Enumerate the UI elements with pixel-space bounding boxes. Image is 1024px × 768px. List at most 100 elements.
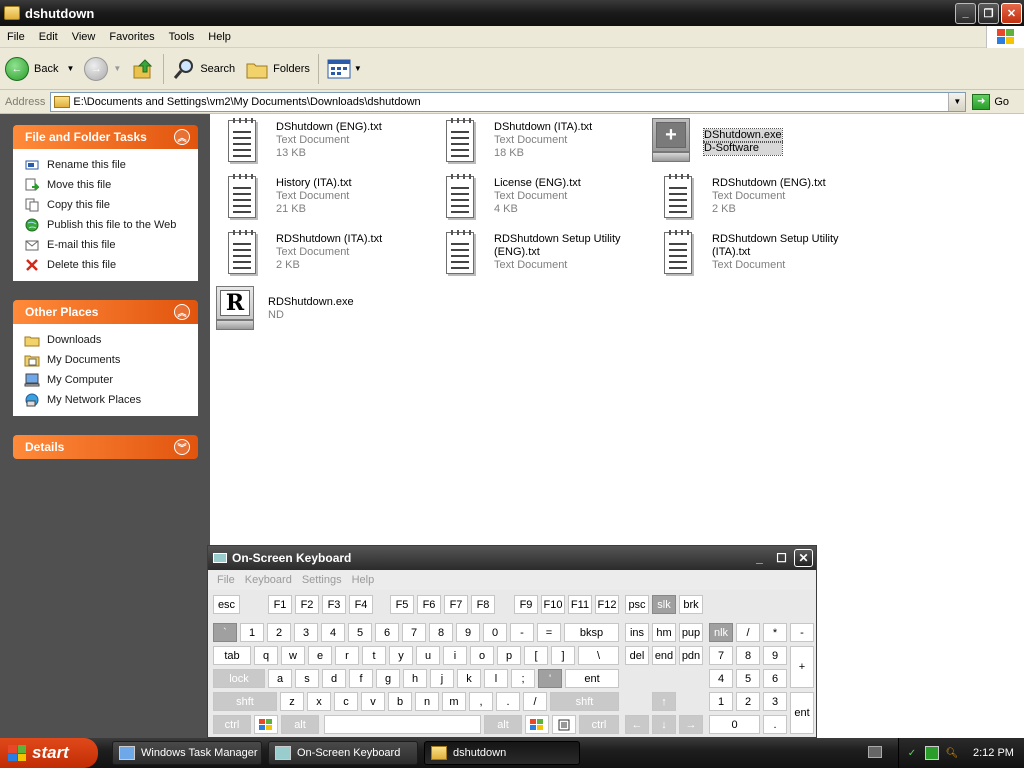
- key-f7[interactable]: F7: [444, 595, 468, 614]
- key-q[interactable]: q: [254, 646, 278, 665]
- key-equals[interactable]: =: [537, 623, 561, 642]
- key-t[interactable]: t: [362, 646, 386, 665]
- key-f3[interactable]: F3: [322, 595, 346, 614]
- file-item[interactable]: RDShutdown Setup Utility (ITA).txt Text D…: [658, 230, 868, 282]
- collapse-icon[interactable]: ︽: [174, 304, 190, 320]
- task-move[interactable]: Move this file: [24, 175, 198, 195]
- key-f12[interactable]: F12: [595, 595, 619, 614]
- key-j[interactable]: j: [430, 669, 454, 688]
- key-left-bracket[interactable]: [: [524, 646, 548, 665]
- magnifier-icon[interactable]: 🔍︎: [945, 746, 959, 760]
- back-button[interactable]: ← Back ▼: [0, 51, 79, 87]
- key-num-dot[interactable]: .: [763, 715, 787, 734]
- key-i[interactable]: i: [443, 646, 467, 665]
- forward-button[interactable]: → ▼: [79, 51, 126, 87]
- key-down-arrow[interactable]: ↓: [652, 715, 676, 734]
- key-num-plus[interactable]: +: [790, 646, 814, 688]
- keyboard-tray-icon[interactable]: [868, 746, 882, 758]
- menu-tools[interactable]: Tools: [162, 31, 202, 43]
- clock[interactable]: 2:12 PM: [973, 747, 1014, 759]
- key-slk[interactable]: slk: [652, 595, 676, 614]
- forward-dropdown-icon[interactable]: ▼: [113, 64, 121, 73]
- key-enter[interactable]: ent: [565, 669, 619, 688]
- address-input[interactable]: E:\Documents and Settings\vm2\My Documen…: [50, 91, 967, 112]
- osk-minimize-button[interactable]: _: [750, 549, 769, 567]
- key-e[interactable]: e: [308, 646, 332, 665]
- key-del[interactable]: del: [625, 646, 649, 665]
- key-esc[interactable]: esc: [213, 595, 240, 614]
- key-f6[interactable]: F6: [417, 595, 441, 614]
- task-publish[interactable]: Publish this file to the Web: [24, 215, 198, 235]
- key-right-bracket[interactable]: ]: [551, 646, 575, 665]
- key-num-9[interactable]: 9: [763, 646, 787, 665]
- key-9[interactable]: 9: [456, 623, 480, 642]
- key-m[interactable]: m: [442, 692, 466, 711]
- details-header[interactable]: Details ︾: [13, 435, 198, 459]
- task-rename[interactable]: Rename this file: [24, 155, 198, 175]
- key-8[interactable]: 8: [429, 623, 453, 642]
- menu-view[interactable]: View: [65, 31, 103, 43]
- key-f8[interactable]: F8: [471, 595, 495, 614]
- osk-menu-settings[interactable]: Settings: [297, 574, 347, 586]
- key-grave[interactable]: `: [213, 623, 237, 642]
- osk-menu-keyboard[interactable]: Keyboard: [240, 574, 297, 586]
- place-network[interactable]: My Network Places: [24, 390, 198, 410]
- network-icon[interactable]: ✓: [905, 746, 919, 760]
- file-item[interactable]: License (ENG).txt Text Document 4 KB: [440, 174, 650, 226]
- osk-menu-file[interactable]: File: [212, 574, 240, 586]
- key-f5[interactable]: F5: [390, 595, 414, 614]
- key-o[interactable]: o: [470, 646, 494, 665]
- osk-close-button[interactable]: ✕: [794, 549, 813, 567]
- file-item[interactable]: RDShutdown (ENG).txt Text Document 2 KB: [658, 174, 868, 226]
- key-brk[interactable]: brk: [679, 595, 703, 614]
- key-h[interactable]: h: [403, 669, 427, 688]
- key-s[interactable]: s: [295, 669, 319, 688]
- key-num-5[interactable]: 5: [736, 669, 760, 688]
- menu-file[interactable]: File: [0, 31, 32, 43]
- expand-icon[interactable]: ︾: [174, 439, 190, 455]
- key-u[interactable]: u: [416, 646, 440, 665]
- key-quote[interactable]: ': [538, 669, 562, 688]
- key-f11[interactable]: F11: [568, 595, 592, 614]
- key-psc[interactable]: psc: [625, 595, 649, 614]
- key-d[interactable]: d: [322, 669, 346, 688]
- key-g[interactable]: g: [376, 669, 400, 688]
- menu-edit[interactable]: Edit: [32, 31, 65, 43]
- go-button[interactable]: ➜ Go: [972, 93, 1009, 110]
- key-tab[interactable]: tab: [213, 646, 251, 665]
- key-pageup[interactable]: pup: [679, 623, 703, 642]
- key-6[interactable]: 6: [375, 623, 399, 642]
- address-dropdown-icon[interactable]: ▼: [948, 92, 966, 111]
- menu-help[interactable]: Help: [201, 31, 238, 43]
- key-left-ctrl[interactable]: ctrl: [213, 715, 251, 734]
- key-1[interactable]: 1: [240, 623, 264, 642]
- tray-app-icon[interactable]: [925, 746, 939, 760]
- key-capslock[interactable]: lock: [213, 669, 265, 688]
- file-item[interactable]: R RDShutdown.exe ND: [214, 286, 424, 338]
- key-z[interactable]: z: [280, 692, 304, 711]
- key-k[interactable]: k: [457, 669, 481, 688]
- key-r[interactable]: r: [335, 646, 359, 665]
- key-a[interactable]: a: [268, 669, 292, 688]
- key-0[interactable]: 0: [483, 623, 507, 642]
- key-c[interactable]: c: [334, 692, 358, 711]
- key-right-shift[interactable]: shft: [550, 692, 619, 711]
- key-right-alt[interactable]: alt: [484, 715, 522, 734]
- key-up-arrow[interactable]: ↑: [652, 692, 676, 711]
- minimize-button[interactable]: _: [955, 2, 976, 24]
- key-f2[interactable]: F2: [295, 595, 319, 614]
- key-v[interactable]: v: [361, 692, 385, 711]
- file-item-selected[interactable]: + DShutdown.exe D-Software: [650, 118, 860, 170]
- place-my-documents[interactable]: My Documents: [24, 350, 198, 370]
- up-folder-button[interactable]: [126, 51, 160, 87]
- key-right-arrow[interactable]: →: [679, 715, 703, 734]
- key-backspace[interactable]: bksp: [564, 623, 619, 642]
- file-item[interactable]: RDShutdown (ITA).txt Text Document 2 KB: [222, 230, 432, 282]
- key-f9[interactable]: F9: [514, 595, 538, 614]
- key-num-enter[interactable]: ent: [790, 692, 814, 734]
- key-backslash[interactable]: \: [578, 646, 619, 665]
- key-2[interactable]: 2: [267, 623, 291, 642]
- key-4[interactable]: 4: [321, 623, 345, 642]
- key-num-6[interactable]: 6: [763, 669, 787, 688]
- key-left-alt[interactable]: alt: [281, 715, 319, 734]
